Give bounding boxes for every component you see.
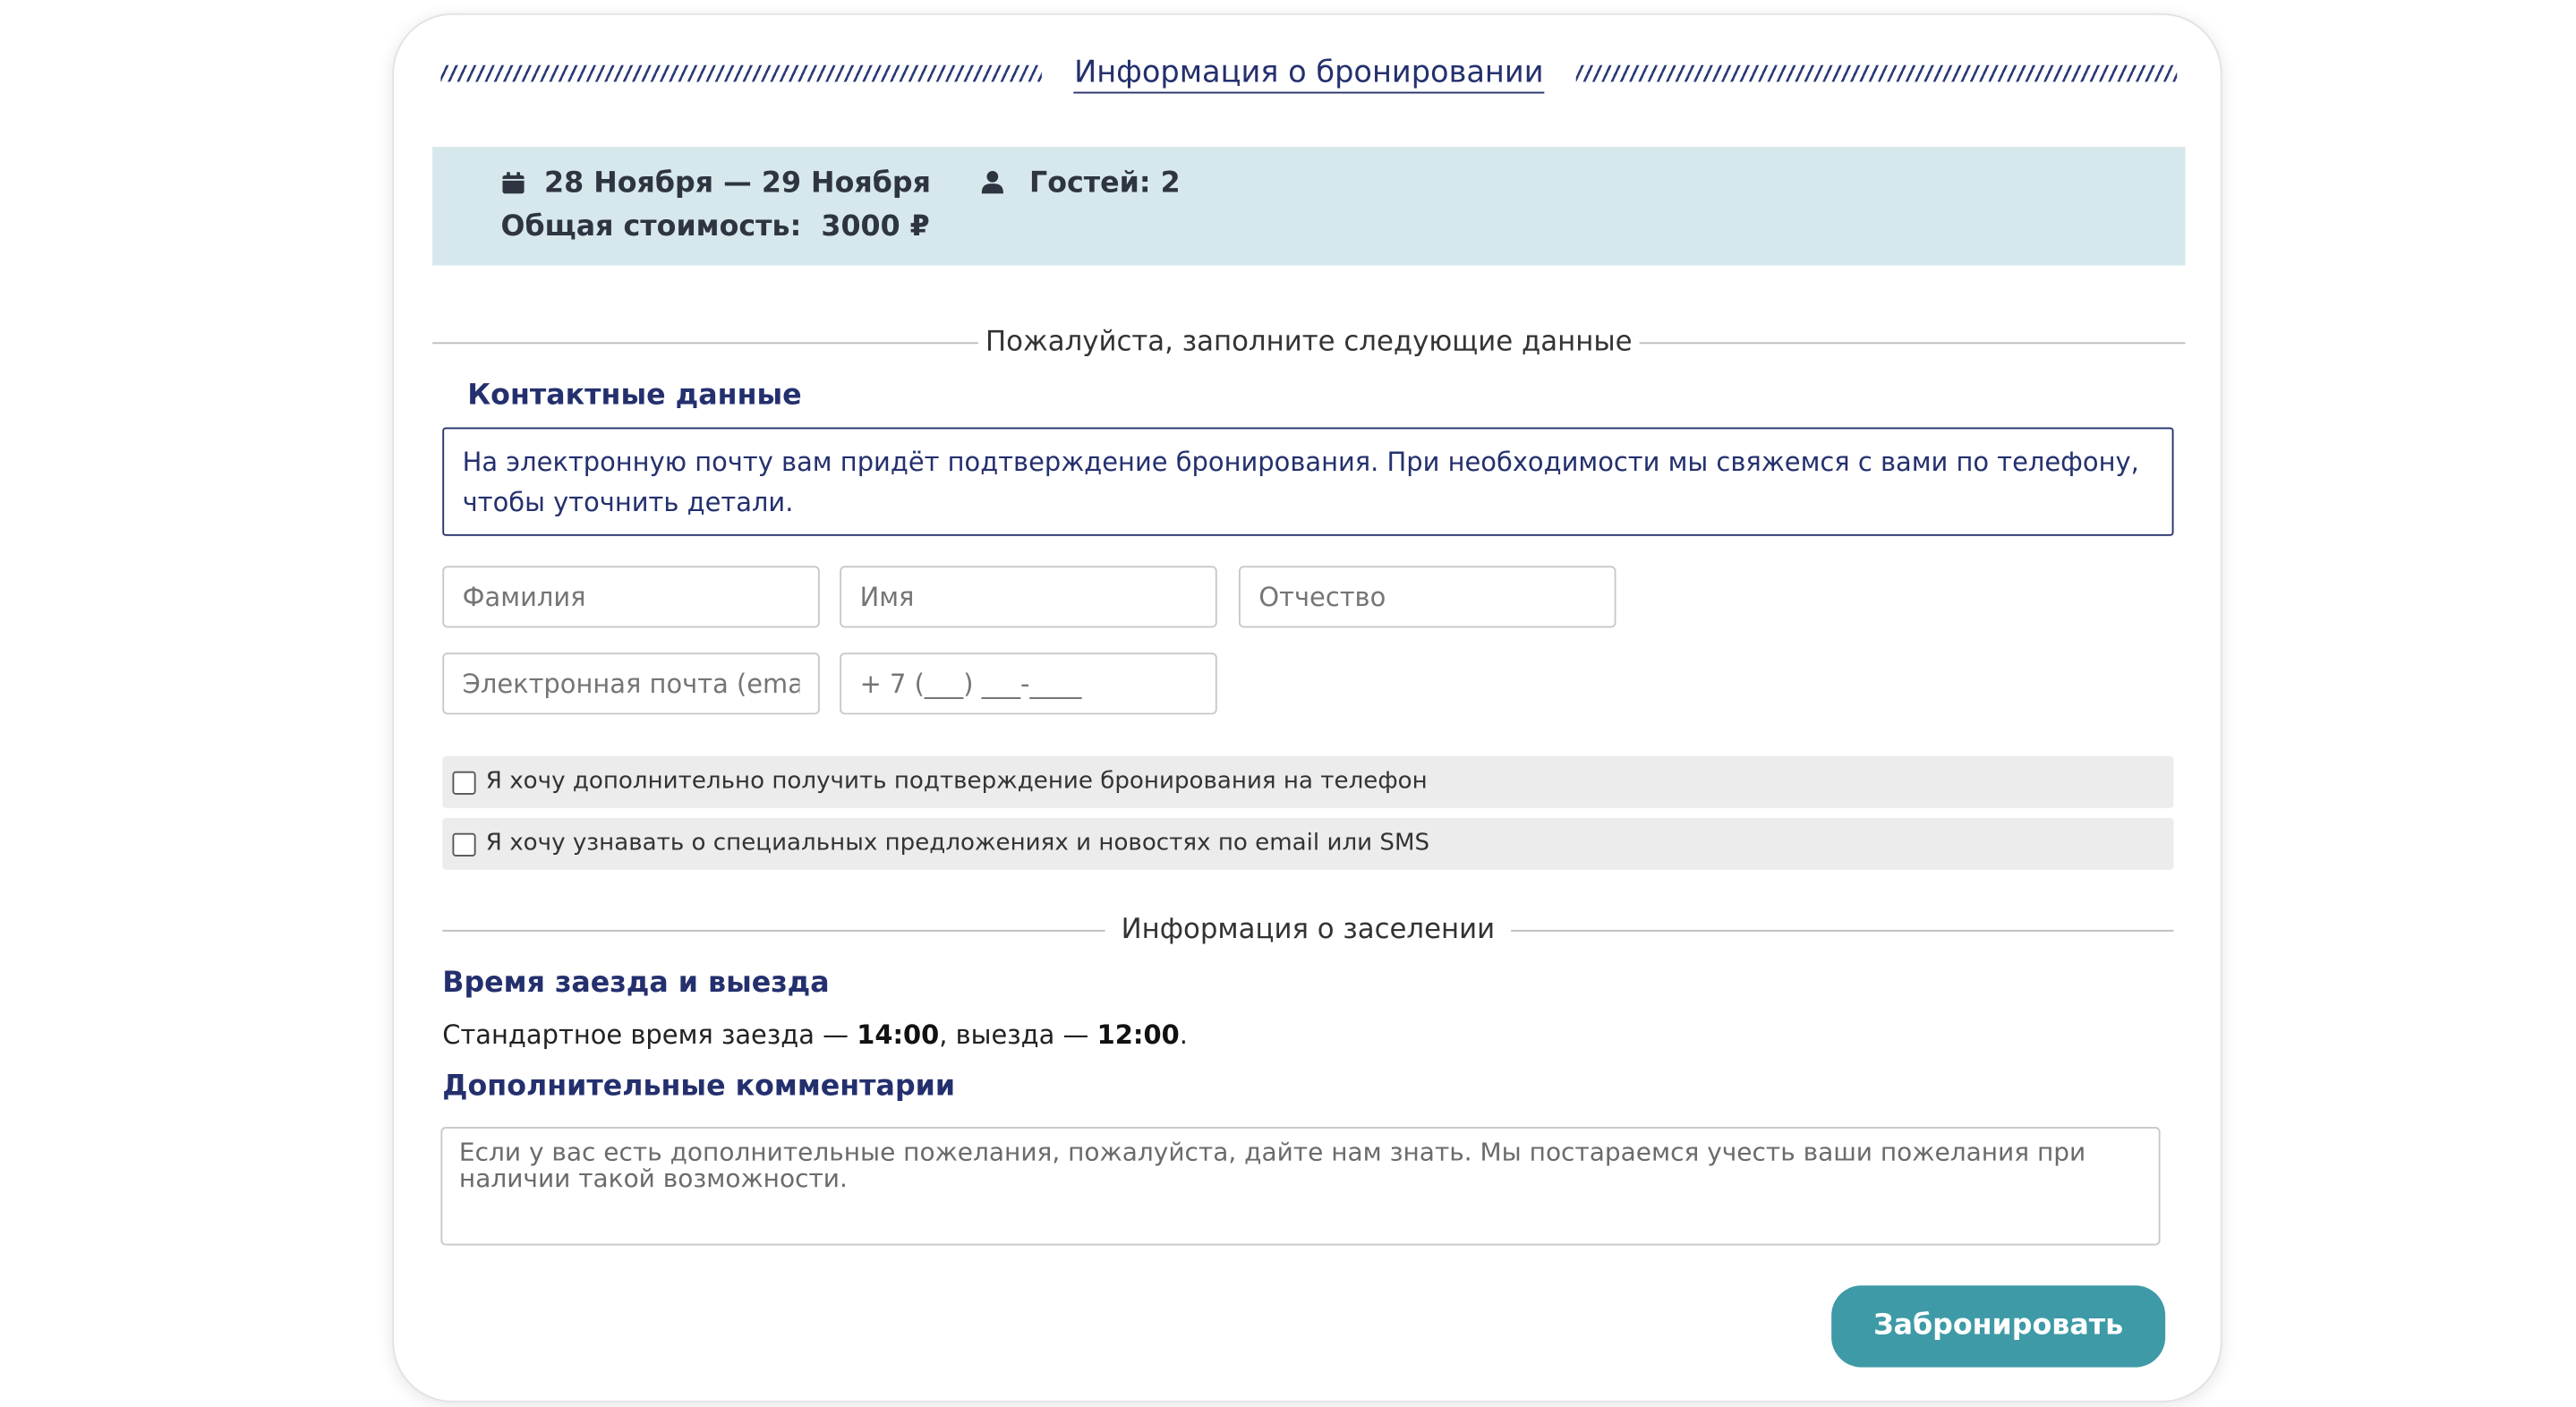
checkin-time: 14:00 — [857, 1019, 940, 1051]
booking-dates: 28 Ноября — 29 Ноября — [544, 166, 931, 200]
form-intro-divider: Пожалуйста, заполните следующие данные — [432, 325, 2186, 359]
form-intro-text: Пожалуйста, заполните следующие данные — [985, 325, 1633, 358]
comments-heading: Дополнительные комментарии — [442, 1070, 956, 1104]
checkin-divider-text: Информация о заселении — [1121, 913, 1496, 945]
newsletter-label[interactable]: Я хочу узнавать о специальных предложени… — [486, 818, 1429, 870]
total-cost-label: Общая стоимость: — [500, 210, 802, 244]
calendar-icon — [502, 172, 525, 194]
booking-title: Информация о бронировании — [1074, 55, 1544, 94]
booking-card: Информация о бронировании 28 Ноября — 29… — [392, 13, 2222, 1403]
booking-summary: 28 Ноября — 29 Ноября Гостей: 2 Общая ст… — [432, 147, 2186, 266]
patronymic-field[interactable] — [1238, 566, 1616, 628]
newsletter-checkbox[interactable] — [452, 832, 476, 857]
checkin-divider: Информация о заселении — [442, 913, 2174, 946]
sms-confirmation-checkbox[interactable] — [452, 771, 476, 795]
checkin-heading: Время заезда и выезда — [442, 966, 830, 1001]
checkout-time: 12:00 — [1096, 1019, 1180, 1051]
last-name-field[interactable] — [442, 566, 820, 628]
first-name-field[interactable] — [840, 566, 1217, 628]
booking-title-row: Информация о бронировании — [440, 55, 2178, 94]
checkin-times-text: Стандартное время заезда — 14:00, выезда… — [442, 1019, 1188, 1051]
email-field[interactable] — [442, 652, 820, 715]
contacts-notice: На электронную почту вам придёт подтверж… — [442, 427, 2174, 536]
sms-confirmation-label[interactable]: Я хочу дополнительно получить подтвержде… — [486, 756, 1428, 808]
contacts-heading: Контактные данные — [467, 379, 802, 413]
phone-field[interactable] — [840, 652, 1217, 715]
total-cost-value: 3000 ₽ — [821, 210, 930, 244]
comments-textarea[interactable]: Если у вас есть дополнительные пожелания… — [440, 1127, 2161, 1246]
user-icon — [980, 170, 1003, 194]
sms-confirmation-option[interactable]: Я хочу дополнительно получить подтвержде… — [442, 755, 2174, 808]
newsletter-option[interactable]: Я хочу узнавать о специальных предложени… — [442, 817, 2174, 870]
guests-count: Гостей: 2 — [1028, 166, 1181, 200]
book-button[interactable]: Забронировать — [1831, 1285, 2166, 1368]
